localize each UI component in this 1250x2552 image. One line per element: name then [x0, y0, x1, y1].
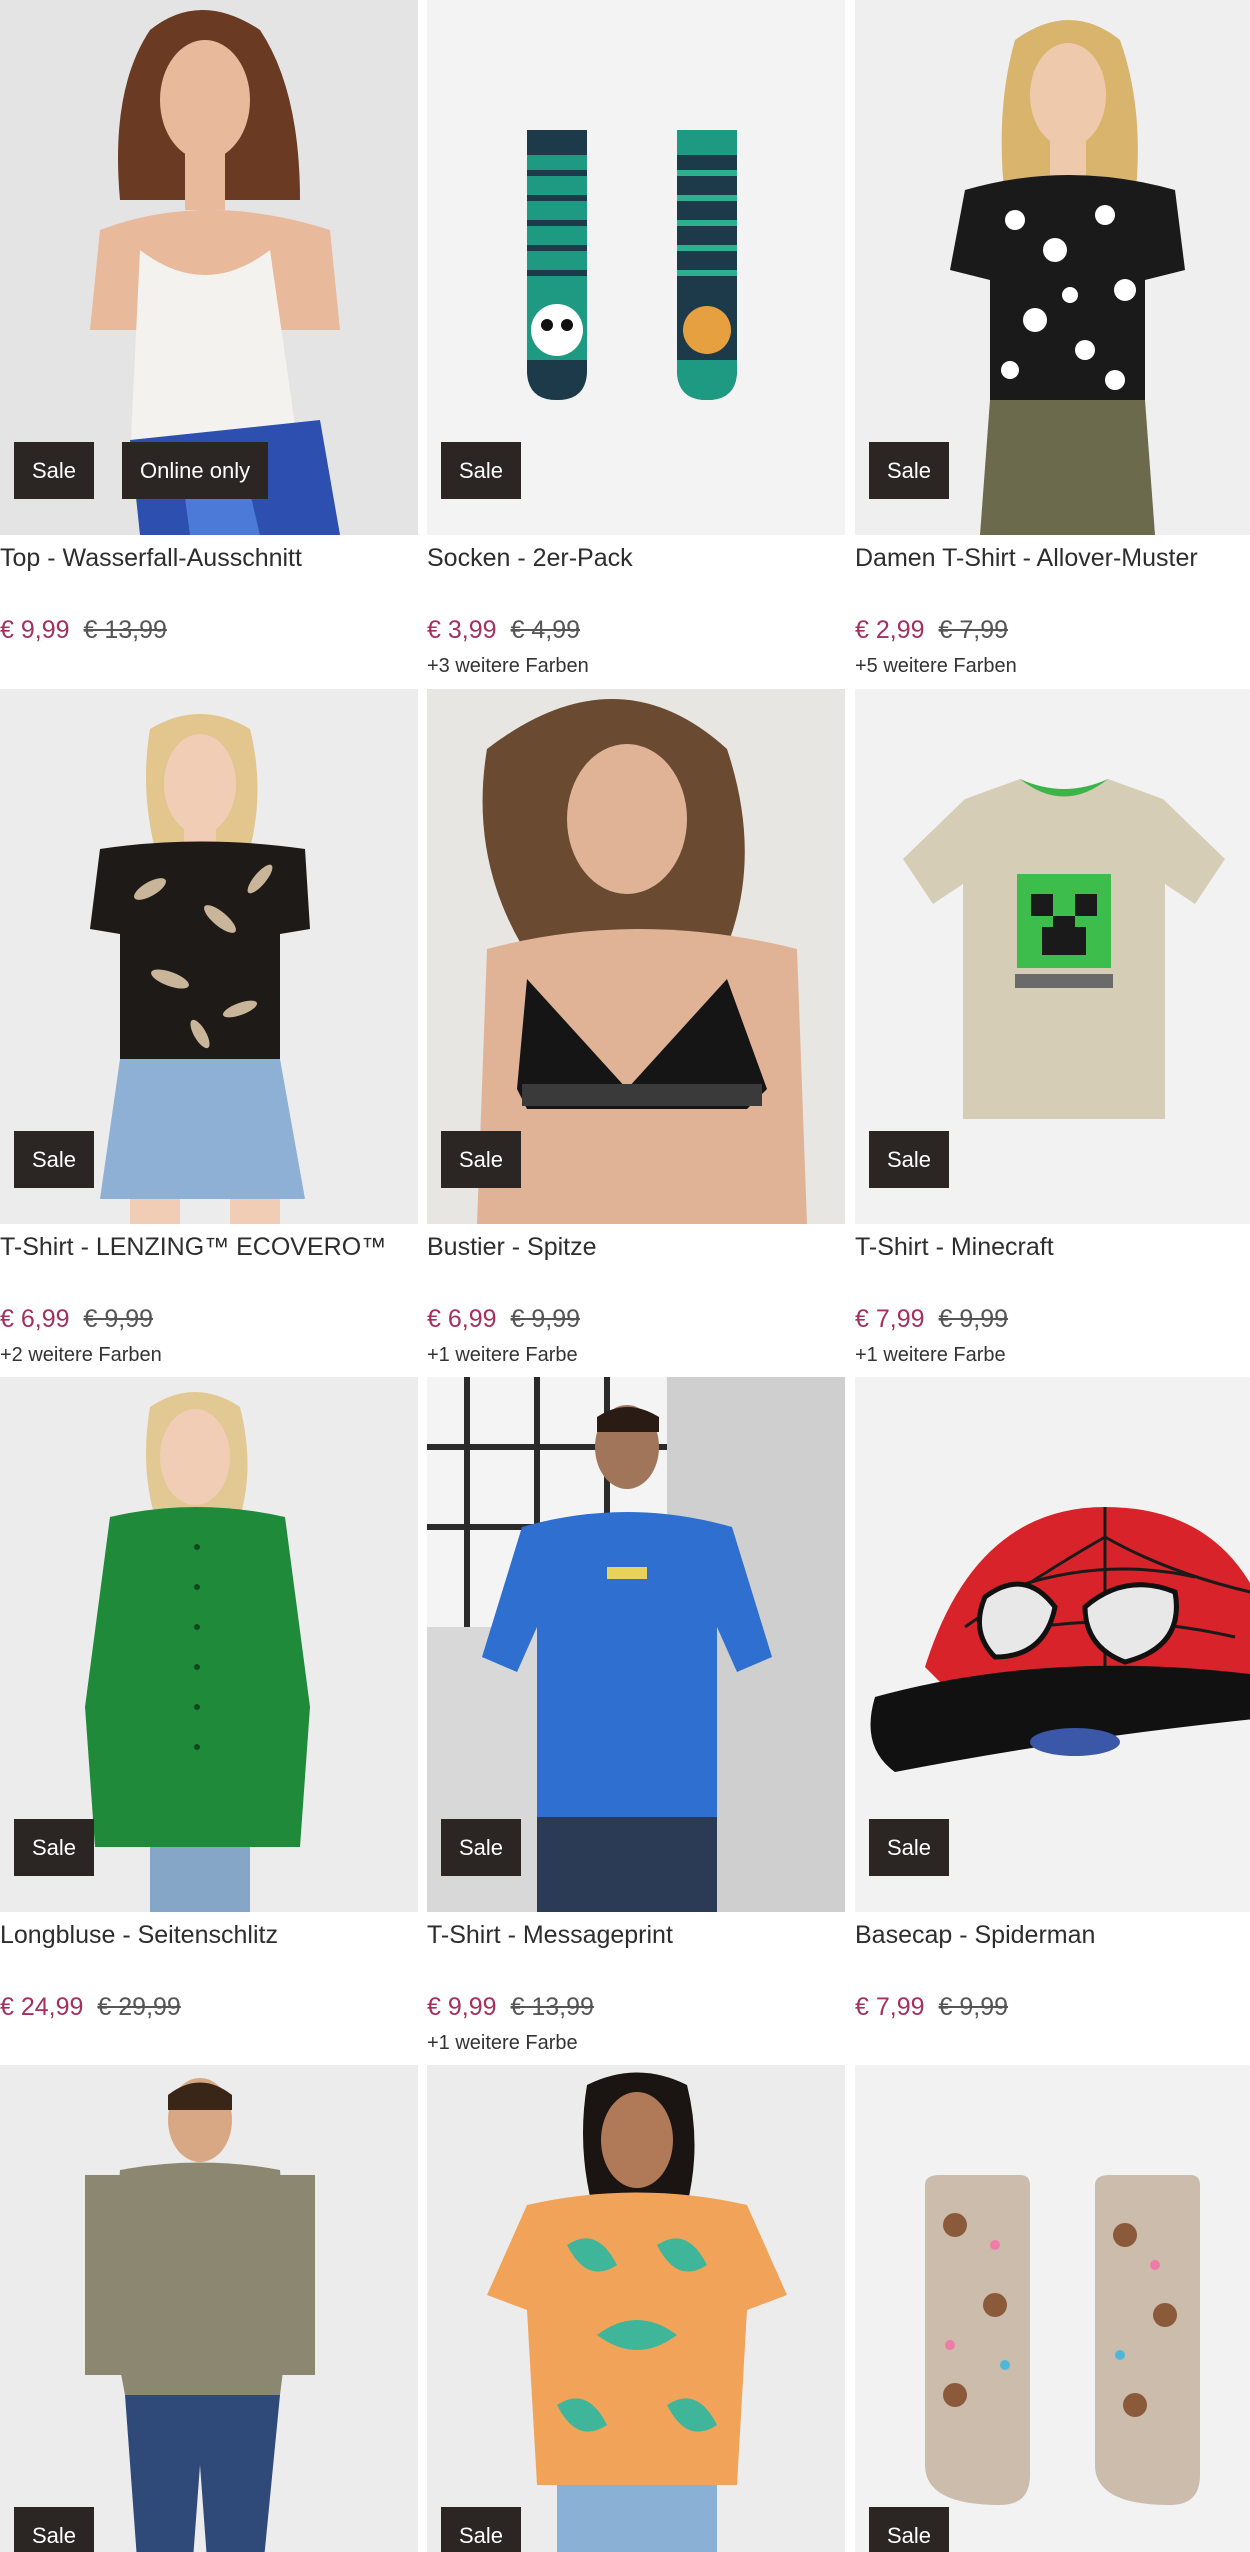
- product-image[interactable]: [427, 2065, 845, 2552]
- sale-badge: Sale: [14, 1819, 95, 1876]
- product-card[interactable]: Sale T-Shirt - LENZING™ ECOVERO™ € 6,99 €…: [0, 689, 418, 1377]
- product-card[interactable]: Sale Socken - 2er-Pack € 3,99 € 4,99 +3 w…: [427, 0, 845, 688]
- product-image[interactable]: [855, 2065, 1250, 2552]
- more-colors[interactable]: +1 weitere Farbe: [427, 2032, 578, 2055]
- sale-price: € 9,99: [427, 1993, 497, 2021]
- more-colors[interactable]: +1 weitere Farbe: [427, 1344, 578, 1367]
- dog-print-socks-photo: [855, 2065, 1250, 2552]
- product-card[interactable]: Sale Online only Top - Wasserfall-Aussch…: [0, 0, 418, 688]
- product-card[interactable]: Sale: [0, 2065, 418, 2552]
- sale-badge: Sale: [441, 1819, 522, 1876]
- product-card[interactable]: Sale: [427, 2065, 845, 2552]
- product-card[interactable]: Sale Longbluse - Seitenschlitz € 24,99 € …: [0, 1377, 418, 2065]
- sale-badge: Sale: [869, 1819, 950, 1876]
- product-card[interactable]: Sale Damen T-Shirt - Allover-Muster € 2,…: [855, 0, 1250, 688]
- more-colors[interactable]: +5 weitere Farben: [855, 655, 1017, 678]
- sale-badge: Sale: [14, 2507, 95, 2552]
- sale-badge: Sale: [14, 442, 95, 499]
- old-price: € 9,99: [938, 1993, 1009, 2021]
- product-card[interactable]: Sale Basecap - Spiderman € 7,99 € 9,99: [855, 1377, 1250, 2065]
- sale-price: € 6,99: [427, 1305, 497, 1333]
- product-title[interactable]: T-Shirt - Minecraft: [855, 1233, 1250, 1262]
- product-title[interactable]: Basecap - Spiderman: [855, 1921, 1250, 1950]
- online-only-badge: Online only: [122, 442, 269, 499]
- product-prices: € 6,99 € 9,99: [427, 1305, 580, 1334]
- old-price: € 9,99: [510, 1305, 581, 1333]
- old-price: € 13,99: [510, 1993, 594, 2021]
- product-prices: € 7,99 € 9,99: [855, 1305, 1008, 1334]
- product-title[interactable]: Longbluse - Seitenschlitz: [0, 1921, 418, 1950]
- sale-badge: Sale: [869, 1131, 950, 1188]
- sale-price: € 6,99: [0, 1305, 70, 1333]
- old-price: € 13,99: [83, 616, 167, 644]
- old-price: € 29,99: [97, 1993, 181, 2021]
- product-prices: € 2,99 € 7,99: [855, 616, 1008, 645]
- product-grid: Sale Online only Top - Wasserfall-Aussch…: [0, 0, 1250, 2552]
- sale-badge: Sale: [869, 442, 950, 499]
- more-colors[interactable]: +3 weitere Farben: [427, 655, 589, 678]
- woman-orange-pattern-shirt-photo: [427, 2065, 845, 2552]
- product-image[interactable]: [0, 2065, 418, 2552]
- sale-badge: Sale: [869, 2507, 950, 2552]
- sale-badge: Sale: [441, 2507, 522, 2552]
- product-title[interactable]: Damen T-Shirt - Allover-Muster: [855, 544, 1250, 573]
- product-prices: € 6,99 € 9,99: [0, 1305, 153, 1334]
- product-title[interactable]: Socken - 2er-Pack: [427, 544, 845, 573]
- product-title[interactable]: Bustier - Spitze: [427, 1233, 845, 1262]
- product-prices: € 3,99 € 4,99: [427, 616, 580, 645]
- more-colors[interactable]: +1 weitere Farbe: [855, 1344, 1006, 1367]
- product-title[interactable]: T-Shirt - LENZING™ ECOVERO™: [0, 1233, 418, 1262]
- more-colors[interactable]: +2 weitere Farben: [0, 1344, 162, 1367]
- product-title[interactable]: Top - Wasserfall-Ausschnitt: [0, 544, 418, 573]
- sale-price: € 7,99: [855, 1305, 925, 1333]
- sale-price: € 7,99: [855, 1993, 925, 2021]
- product-prices: € 24,99 € 29,99: [0, 1993, 181, 2022]
- product-card[interactable]: Sale: [855, 2065, 1250, 2552]
- sale-price: € 3,99: [427, 616, 497, 644]
- product-prices: € 9,99 € 13,99: [0, 616, 167, 645]
- sale-price: € 24,99: [0, 1993, 84, 2021]
- sale-badge: Sale: [14, 1131, 95, 1188]
- sale-badge: Sale: [441, 442, 522, 499]
- sale-price: € 9,99: [0, 616, 70, 644]
- old-price: € 9,99: [938, 1305, 1009, 1333]
- product-card[interactable]: Sale T-Shirt - Minecraft € 7,99 € 9,99 +1…: [855, 689, 1250, 1377]
- sale-price: € 2,99: [855, 616, 925, 644]
- product-card[interactable]: Sale Bustier - Spitze € 6,99 € 9,99 +1 we…: [427, 689, 845, 1377]
- product-title[interactable]: T-Shirt - Messageprint: [427, 1921, 845, 1950]
- product-prices: € 7,99 € 9,99: [855, 1993, 1008, 2022]
- old-price: € 7,99: [938, 616, 1009, 644]
- product-prices: € 9,99 € 13,99: [427, 1993, 594, 2022]
- man-olive-sweater-jeans-photo: [0, 2065, 418, 2552]
- old-price: € 4,99: [510, 616, 581, 644]
- product-card[interactable]: Sale T-Shirt - Messageprint € 9,99 € 13,9…: [427, 1377, 845, 2065]
- sale-badge: Sale: [441, 1131, 522, 1188]
- old-price: € 9,99: [83, 1305, 154, 1333]
